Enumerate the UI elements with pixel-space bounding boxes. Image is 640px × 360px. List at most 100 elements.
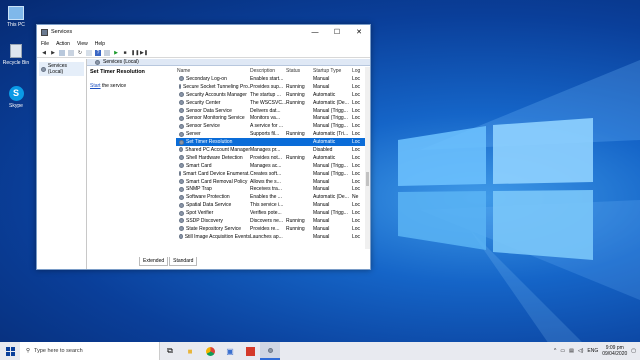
export-icon[interactable]	[86, 49, 92, 56]
toolbar: ◀ ▶ ↻ ? ▶ ■ ❚❚ ▶❚	[37, 48, 370, 58]
details-pane: Services (Local) Set Timer Resolution St…	[87, 59, 370, 269]
tab-extended[interactable]: Extended	[139, 257, 169, 266]
service-row[interactable]: Sensor Monitoring Service Monitors va... M…	[176, 114, 367, 122]
column-header-description[interactable]: Description	[250, 68, 286, 74]
service-row[interactable]: Shared PC Account Manager Manages pr... Di…	[176, 146, 367, 154]
chrome-icon[interactable]	[200, 342, 220, 360]
menu-file[interactable]: File	[41, 41, 49, 47]
column-header-name[interactable]: Name	[176, 68, 250, 74]
task-view-icon[interactable]: ⧉	[160, 342, 180, 360]
restart-service-icon[interactable]: ▶❚	[140, 50, 148, 56]
gear-icon	[41, 66, 46, 72]
menu-action[interactable]: Action	[56, 41, 70, 47]
start-service-link[interactable]: Start	[90, 83, 101, 89]
console-icon[interactable]	[104, 49, 110, 56]
service-row[interactable]: SNMP Trap Receives tra... Manual Loc	[176, 185, 367, 193]
view-tabs: Extended Standard	[139, 257, 198, 266]
service-row[interactable]: Set Timer Resolution Automatic Loc	[176, 138, 367, 147]
gear-icon	[179, 226, 184, 232]
start-service-icon[interactable]: ▶	[113, 50, 119, 56]
scrollbar-thumb[interactable]	[366, 172, 369, 186]
service-row[interactable]: Server Supports fil... Running Automatic (T…	[176, 130, 367, 138]
volume-icon[interactable]: ◁)	[578, 348, 584, 354]
service-row[interactable]: Spot Verifier Verifies pote... Manual (Tri…	[176, 209, 367, 217]
gear-icon	[179, 139, 184, 145]
chevron-up-icon[interactable]: ^	[554, 348, 556, 354]
file-explorer-icon[interactable]: ■	[180, 342, 200, 360]
gear-icon	[179, 218, 184, 224]
gear-icon	[179, 179, 184, 185]
back-arrow-icon[interactable]: ◀	[41, 50, 47, 56]
service-description-pane: Set Timer Resolution Start the service	[90, 69, 174, 89]
minimize-button[interactable]: —	[304, 29, 326, 36]
gear-icon	[179, 155, 184, 161]
refresh-icon[interactable]: ↻	[77, 50, 83, 56]
services-taskbar-icon[interactable]	[260, 342, 280, 360]
help-icon[interactable]: ?	[95, 49, 101, 56]
red-app-icon[interactable]	[240, 342, 260, 360]
taskbar-search-box[interactable]: ⚲ Type here to search	[20, 342, 160, 360]
gear-icon	[179, 210, 184, 216]
window-titlebar[interactable]: Services — ☐ ✕	[37, 25, 370, 39]
selected-service-title: Set Timer Resolution	[90, 69, 145, 75]
show-hide-tree-icon[interactable]	[59, 49, 65, 56]
service-row[interactable]: Sensor Service A service for ... Manual (T…	[176, 122, 367, 130]
services-app-icon	[41, 28, 48, 36]
gear-icon	[95, 59, 100, 65]
service-row[interactable]: Sensor Data Service Delivers dat... Manual…	[176, 107, 367, 115]
service-row[interactable]: Software Protection Enables the ... Automa…	[176, 193, 367, 201]
services-window: Services — ☐ ✕ File Action View Help ◀ ▶…	[36, 24, 371, 270]
service-row[interactable]: Smart Card Manages ac... Manual (Trigg... L…	[176, 162, 367, 170]
menu-help[interactable]: Help	[95, 41, 105, 47]
gear-icon	[179, 76, 184, 82]
gear-icon	[179, 194, 184, 200]
notifications-icon[interactable]: ▢	[631, 348, 636, 354]
service-row[interactable]: Smart Card Removal Policy Allows the s...…	[176, 178, 367, 186]
desktop-icon-this-pc[interactable]: This PC	[1, 6, 31, 28]
list-rows: Secondary Log-on Enables start... Manual Lo…	[176, 75, 367, 241]
language-indicator[interactable]: ENG	[587, 348, 598, 354]
gear-icon	[179, 84, 181, 90]
windows-logo	[398, 118, 593, 260]
gear-icon	[179, 131, 184, 137]
column-header-status[interactable]: Status	[286, 68, 313, 74]
system-tray: ^ ▭ ▤ ◁) ENG 9:09 pm 09/04/2020 ▢	[554, 345, 640, 357]
service-row[interactable]: Still Image Acquisition Events Launches a…	[176, 233, 367, 241]
stop-service-icon[interactable]: ■	[122, 50, 128, 56]
gear-icon	[179, 186, 184, 192]
service-row[interactable]: Security Accounts Manager The startup ...…	[176, 91, 367, 99]
service-row[interactable]: Secondary Log-on Enables start... Manual Lo…	[176, 75, 367, 83]
tab-standard[interactable]: Standard	[169, 257, 198, 266]
service-row[interactable]: SSDP Discovery Discovers ne... Running Manu…	[176, 217, 367, 225]
store-icon[interactable]: ▣	[220, 342, 240, 360]
battery-icon[interactable]: ▭	[560, 348, 565, 354]
console-tree: Services (Local)	[37, 59, 87, 269]
column-header-startup-type[interactable]: Startup Type	[313, 68, 352, 74]
properties-icon[interactable]	[68, 49, 74, 56]
window-title: Services	[51, 29, 73, 35]
pause-service-icon[interactable]: ❚❚	[131, 50, 139, 56]
skype-icon: S	[8, 86, 24, 101]
tree-item-services-local[interactable]: Services (Local)	[39, 62, 84, 76]
vertical-scrollbar[interactable]	[365, 67, 370, 249]
service-row[interactable]: Spatial Data Service This service i... Man…	[176, 201, 367, 209]
menu-bar: File Action View Help	[37, 39, 370, 48]
network-icon[interactable]: ▤	[569, 348, 574, 354]
desktop-icon-skype[interactable]: S Skype	[1, 86, 31, 109]
close-button[interactable]: ✕	[348, 28, 370, 36]
start-button[interactable]	[0, 342, 20, 360]
forward-arrow-icon[interactable]: ▶	[50, 50, 56, 56]
gear-icon	[179, 202, 184, 208]
service-row[interactable]: Security Center The WSCSVC... Running Autom…	[176, 99, 367, 107]
gear-icon	[179, 171, 181, 177]
service-row[interactable]: Smart Card Device Enumerat... Creates sof…	[176, 170, 367, 178]
menu-view[interactable]: View	[77, 41, 88, 47]
this-pc-icon	[8, 6, 24, 20]
desktop-icon-recycle-bin[interactable]: Recycle Bin	[1, 44, 31, 66]
clock[interactable]: 9:09 pm 09/04/2020	[602, 345, 627, 357]
service-row[interactable]: Secure Socket Tunneling Pro... Provides s…	[176, 83, 367, 91]
gear-icon	[179, 108, 184, 113]
service-row[interactable]: State Repository Service Provides re... Ru…	[176, 225, 367, 233]
maximize-button[interactable]: ☐	[326, 28, 348, 36]
service-row[interactable]: Shell Hardware Detection Provides not... R…	[176, 154, 367, 162]
